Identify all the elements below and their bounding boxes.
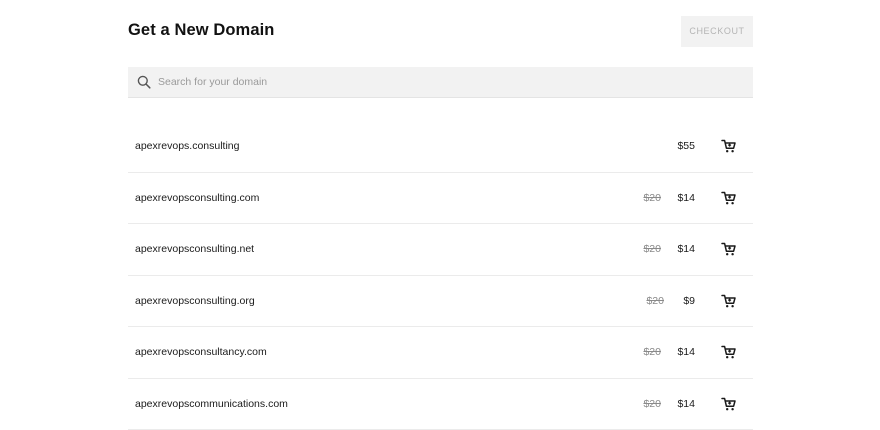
add-to-cart-icon[interactable]	[721, 241, 737, 257]
domain-name: apexrevopsconsulting.com	[135, 192, 259, 204]
original-price: $20	[643, 398, 661, 410]
domain-name: apexrevopsconsulting.net	[135, 243, 254, 255]
add-to-cart-icon[interactable]	[721, 344, 737, 360]
domain-result-row: apexrevops.consulting $55	[128, 121, 753, 173]
domain-result-row: apexrevopsconsulting.org $20 $9	[128, 276, 753, 328]
original-price: $20	[646, 295, 664, 307]
header: Get a New Domain CHECKOUT	[128, 0, 753, 62]
add-to-cart-icon[interactable]	[721, 396, 737, 412]
price: $55	[677, 140, 695, 152]
domain-search-panel: Get a New Domain CHECKOUT apexrevops.con…	[128, 0, 753, 62]
search-icon	[137, 75, 151, 89]
domain-result-row: apexrevopsconsultancy.com $20 $14	[128, 327, 753, 379]
domain-result-row: apexrevopscommunications.com $20 $14	[128, 379, 753, 430]
price: $14	[677, 192, 695, 204]
search-input[interactable]	[158, 67, 738, 97]
domain-result-row: apexrevopsconsulting.com $20 $14	[128, 173, 753, 225]
add-to-cart-icon[interactable]	[721, 190, 737, 206]
original-price: $20	[643, 346, 661, 358]
price: $9	[683, 295, 695, 307]
domain-name: apexrevopsconsulting.org	[135, 295, 255, 307]
add-to-cart-icon[interactable]	[721, 138, 737, 154]
domain-name: apexrevopsconsultancy.com	[135, 346, 267, 358]
price: $14	[677, 398, 695, 410]
price: $14	[677, 346, 695, 358]
page-title: Get a New Domain	[128, 21, 274, 40]
price: $14	[677, 243, 695, 255]
domain-name: apexrevops.consulting	[135, 140, 239, 152]
add-to-cart-icon[interactable]	[721, 293, 737, 309]
search-bar	[128, 67, 753, 98]
domain-results-list: apexrevops.consulting $55 apexrevopsconsul…	[128, 121, 753, 430]
original-price: $20	[643, 192, 661, 204]
domain-name: apexrevopscommunications.com	[135, 398, 288, 410]
domain-result-row: apexrevopsconsulting.net $20 $14	[128, 224, 753, 276]
original-price: $20	[643, 243, 661, 255]
checkout-button[interactable]: CHECKOUT	[681, 16, 753, 47]
